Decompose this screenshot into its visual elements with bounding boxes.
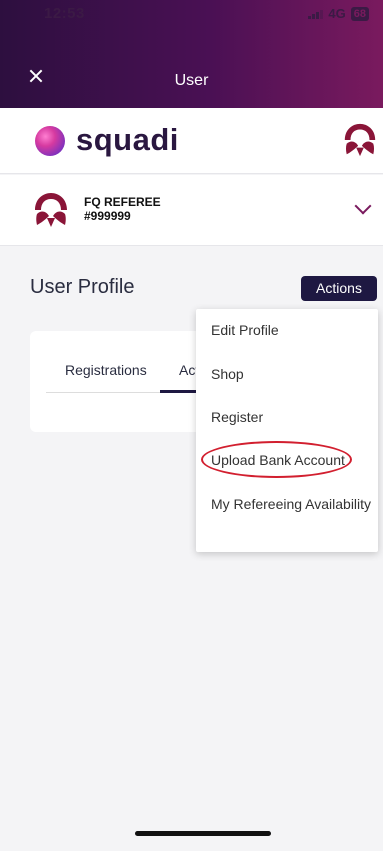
user-id: #999999 xyxy=(84,209,131,223)
brand-bar: squadi xyxy=(0,108,383,174)
squadi-logo-icon xyxy=(35,126,65,156)
user-name-block: FQ REFEREE #999999 xyxy=(84,195,161,223)
network-label: 4G xyxy=(328,6,346,21)
status-indicators: 4G 68 xyxy=(308,6,369,21)
menu-item-refereeing-availability[interactable]: My Refereeing Availability xyxy=(211,496,371,512)
active-tab-indicator xyxy=(160,390,198,393)
menu-item-shop[interactable]: Shop xyxy=(211,366,244,382)
user-avatar-icon xyxy=(35,193,67,227)
actions-menu xyxy=(196,309,378,552)
home-indicator[interactable] xyxy=(135,831,271,836)
page-title: User xyxy=(174,72,209,89)
brand-name: squadi xyxy=(76,122,179,157)
status-time: 12:53 xyxy=(44,5,85,22)
actions-button[interactable]: Actions xyxy=(301,276,377,301)
battery-icon: 68 xyxy=(350,6,369,21)
signal-icon xyxy=(308,9,324,19)
highlight-annotation xyxy=(201,441,352,478)
section-title: User Profile xyxy=(30,276,135,298)
fq-logo-icon xyxy=(344,123,376,157)
menu-item-register[interactable]: Register xyxy=(211,409,263,425)
tab-registrations[interactable]: Registrations xyxy=(65,362,147,378)
user-name: FQ REFEREE xyxy=(84,195,161,209)
top-bar: 12:53 4G 68 User xyxy=(0,0,383,108)
menu-item-edit-profile[interactable]: Edit Profile xyxy=(211,322,279,338)
